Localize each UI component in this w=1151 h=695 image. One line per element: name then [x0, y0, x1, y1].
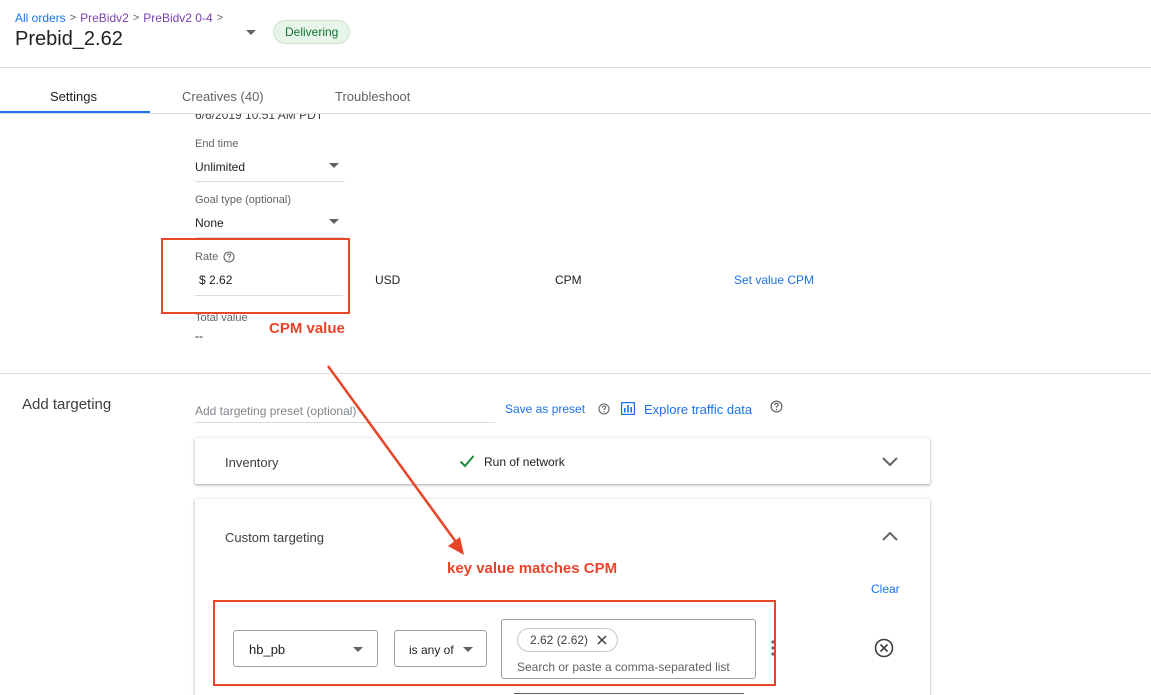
status-badge: Delivering: [273, 20, 351, 44]
end-time-select[interactable]: Unlimited: [195, 160, 245, 174]
goal-type-label: Goal type (optional): [195, 194, 291, 206]
add-targeting-title: Add targeting: [22, 396, 112, 413]
caret-down-icon[interactable]: [244, 29, 258, 37]
rate-type-value: CPM: [555, 273, 582, 287]
key-value-highlight-box: [213, 600, 776, 686]
help-icon[interactable]: [598, 403, 610, 415]
explore-traffic-data-link[interactable]: Explore traffic data: [644, 402, 752, 417]
chevron-right-icon: >: [132, 12, 140, 24]
breadcrumb: All orders > PreBidv2 > PreBidv2 0-4 >: [15, 11, 223, 25]
chevron-right-icon: >: [69, 12, 77, 24]
tab-troubleshoot[interactable]: Troubleshoot: [335, 89, 410, 104]
next-row-field-edge: [514, 693, 744, 694]
inventory-value: Run of network: [484, 455, 565, 469]
inventory-panel[interactable]: Inventory Run of network: [195, 438, 930, 484]
help-icon[interactable]: [770, 400, 783, 413]
inventory-label: Inventory: [225, 455, 279, 470]
save-as-preset-link[interactable]: Save as preset: [505, 402, 585, 416]
start-date-partial: 6/6/2019 10:51 AM PDT: [195, 114, 395, 122]
caret-down-icon[interactable]: [329, 219, 339, 224]
set-value-cpm-link[interactable]: Set value CPM: [734, 273, 814, 287]
chevron-up-icon[interactable]: [881, 530, 899, 542]
page-title: Prebid_2.62: [15, 28, 123, 50]
chevron-right-icon: >: [216, 12, 224, 24]
breadcrumb-order[interactable]: PreBidv2: [80, 11, 129, 25]
clear-link[interactable]: Clear: [871, 582, 900, 596]
cpm-value-annotation: CPM value: [269, 320, 345, 337]
check-icon: [459, 455, 475, 468]
section-divider: [0, 373, 1151, 374]
custom-targeting-label: Custom targeting: [225, 530, 324, 545]
targeting-preset-input[interactable]: [195, 400, 495, 423]
bar-chart-icon[interactable]: [621, 402, 635, 415]
caret-down-icon[interactable]: [329, 163, 339, 168]
key-value-annotation: key value matches CPM: [447, 560, 618, 577]
total-value: --: [195, 329, 203, 343]
tab-creatives[interactable]: Creatives (40): [182, 89, 264, 104]
goal-type-select[interactable]: None: [195, 216, 224, 230]
end-time-underline: [195, 181, 345, 182]
remove-circle-icon[interactable]: [874, 638, 894, 658]
tabs-divider: [0, 113, 1151, 114]
chevron-down-icon[interactable]: [881, 456, 899, 468]
rate-highlight-box: [161, 238, 350, 314]
currency-value: USD: [375, 273, 401, 287]
breadcrumb-all-orders[interactable]: All orders: [15, 11, 66, 25]
breadcrumb-line-item-group[interactable]: PreBidv2 0-4: [143, 11, 212, 25]
tab-settings[interactable]: Settings: [50, 89, 97, 104]
header-divider: [0, 67, 1151, 68]
end-time-label: End time: [195, 138, 239, 150]
start-date-text: 6/6/2019 10:51 AM PDT: [195, 114, 324, 122]
